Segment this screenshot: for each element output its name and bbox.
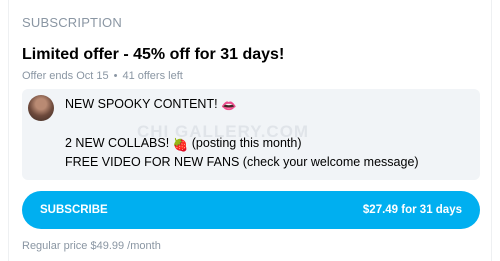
offer-ends: Offer ends Oct 15 <box>22 70 109 82</box>
message-line-1: NEW SPOOKY CONTENT! 👄 <box>65 97 237 114</box>
regular-price: Regular price $49.99 /month <box>22 240 161 252</box>
avatar[interactable] <box>28 95 54 121</box>
subscription-card: SUBSCRIPTION Limited offer - 45% off for… <box>8 0 492 261</box>
subscribe-price: $27.49 for 31 days <box>362 204 462 216</box>
subscribe-button[interactable]: SUBSCRIBE $27.49 for 31 days <box>22 191 480 229</box>
lips-emoji-icon: 👄 <box>221 99 237 113</box>
section-title: SUBSCRIPTION <box>22 15 122 30</box>
subscribe-label: SUBSCRIBE <box>40 204 108 216</box>
message-line-3: FREE VIDEO FOR NEW FANS (check your welc… <box>65 155 419 169</box>
offer-title: Limited offer - 45% off for 31 days! <box>22 46 285 63</box>
offers-left: 41 offers left <box>122 70 183 82</box>
meta-separator: • <box>113 70 118 82</box>
watermark: CHI GALLERY.COM <box>137 122 310 141</box>
message-line-1-text: NEW SPOOKY CONTENT! <box>65 97 218 111</box>
offer-meta: Offer ends Oct 15 • 41 offers left <box>22 70 183 82</box>
